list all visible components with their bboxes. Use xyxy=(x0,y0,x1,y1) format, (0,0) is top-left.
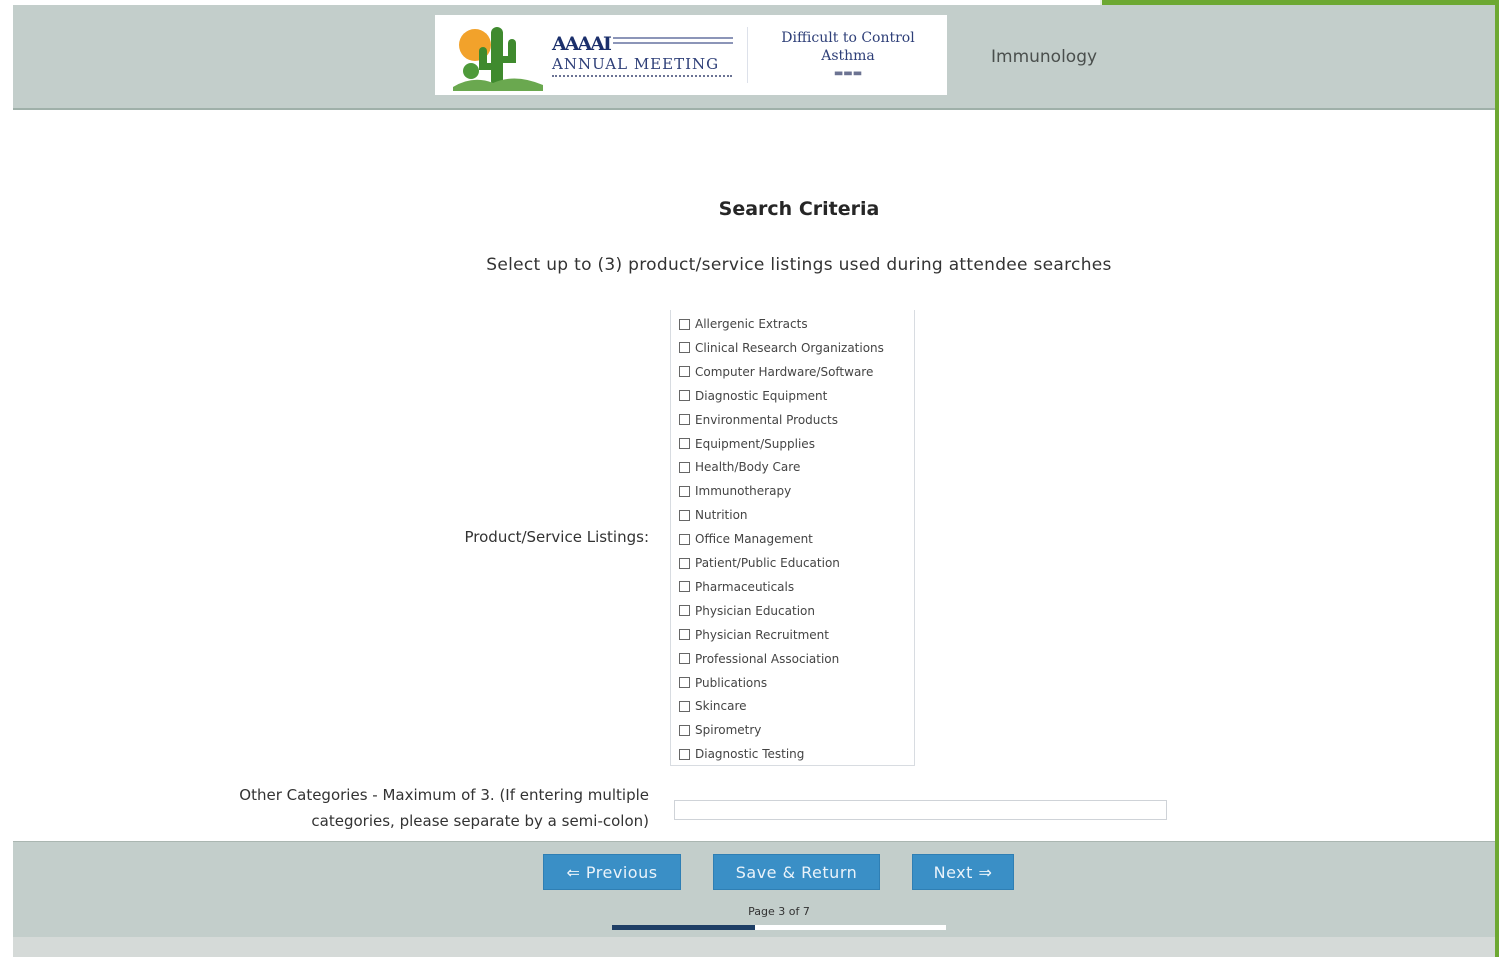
banner-topic: Difficult to Control Asthma ▬▬▬ xyxy=(753,29,943,83)
listing-label: Patient/Public Education xyxy=(695,556,840,570)
listing-label: Environmental Products xyxy=(695,412,838,427)
listing-option[interactable]: Professional Association xyxy=(679,649,839,669)
listing-checkbox[interactable] xyxy=(679,557,690,569)
other-categories-label-line2: categories, please separate by a semi-co… xyxy=(311,812,649,830)
listings-checkbox-list: Allergenic Extracts Clinical Research Org… xyxy=(670,310,915,766)
listing-checkbox[interactable] xyxy=(679,414,690,426)
logo-subtitle-lines xyxy=(613,37,733,47)
listing-option[interactable]: Spirometry xyxy=(679,720,761,740)
listing-label: Office Management xyxy=(695,532,813,547)
listing-checkbox[interactable] xyxy=(679,605,690,617)
listing-label: Skincare xyxy=(695,699,747,714)
page-footer: ⇐ Previous Save & Return Next ⇒ Page 3 o… xyxy=(13,841,1495,937)
listing-label: Spirometry xyxy=(695,723,762,738)
banner-topic-sub: ▬▬▬ xyxy=(833,68,863,79)
progress-bar xyxy=(612,925,946,930)
listing-checkbox[interactable] xyxy=(679,629,690,641)
listing-option[interactable]: Publications xyxy=(679,673,767,693)
listing-checkbox[interactable] xyxy=(679,318,690,330)
listing-option[interactable]: Physician Education xyxy=(679,601,815,621)
page-title: Search Criteria xyxy=(718,198,880,220)
listing-label: Diagnostic Equipment xyxy=(695,388,828,403)
listing-option[interactable]: Physician Recruitment xyxy=(679,625,829,645)
listing-label: Clinical Research Organizations xyxy=(695,340,884,355)
cactus-sun-icon xyxy=(453,27,543,91)
listing-checkbox[interactable] xyxy=(679,700,690,712)
listing-option[interactable]: Pharmaceuticals xyxy=(679,577,794,597)
listing-option[interactable]: Computer Hardware/Software xyxy=(679,362,873,382)
previous-button[interactable]: ⇐ Previous xyxy=(543,854,681,890)
other-categories-input[interactable] xyxy=(674,800,1167,820)
listing-checkbox[interactable] xyxy=(679,509,690,521)
listing-label: Nutrition xyxy=(695,508,748,523)
category-label: Immunology xyxy=(991,47,1098,67)
listing-option[interactable]: Clinical Research Organizations xyxy=(679,338,884,358)
instruction-text: Select up to (3) product/service listing… xyxy=(486,255,1112,275)
listing-checkbox[interactable] xyxy=(679,485,690,497)
listing-label: Physician Recruitment xyxy=(695,627,829,642)
main-content: Search Criteria Select up to (3) product… xyxy=(13,110,1495,841)
listing-checkbox[interactable] xyxy=(679,342,690,354)
banner-topic-line2: Asthma xyxy=(821,48,875,64)
listing-checkbox[interactable] xyxy=(679,677,690,688)
listing-option[interactable]: Immunotherapy xyxy=(679,481,791,501)
banner-topic-line1: Difficult to Control xyxy=(781,30,915,46)
progress-fill xyxy=(612,925,756,930)
listing-checkbox[interactable] xyxy=(679,724,690,736)
listing-label: Professional Association xyxy=(695,651,840,666)
bottom-strip xyxy=(13,937,1495,957)
listing-label: Health/Body Care xyxy=(695,460,801,475)
listing-option[interactable]: Patient/Public Education xyxy=(679,553,840,573)
other-categories-label: Other Categories - Maximum of 3. (If ent… xyxy=(163,782,649,834)
listing-checkbox[interactable] xyxy=(679,390,690,402)
listing-label: Computer Hardware/Software xyxy=(695,364,874,379)
right-accent-bar xyxy=(1495,0,1499,957)
listing-checkbox[interactable] xyxy=(679,581,690,593)
event-banner: AAAAI ANNUAL MEETING Difficult to Contro… xyxy=(435,15,947,95)
listing-option[interactable]: Diagnostic Equipment xyxy=(679,386,827,406)
listing-label: Immunotherapy xyxy=(695,484,792,499)
listing-checkbox[interactable] xyxy=(679,533,690,545)
listing-label: Equipment/Supplies xyxy=(695,436,815,451)
listing-label: Allergenic Extracts xyxy=(695,317,808,331)
listing-label: Physician Education xyxy=(695,603,815,618)
save-return-button[interactable]: Save & Return xyxy=(713,854,880,890)
logo-title: ANNUAL MEETING xyxy=(552,55,720,73)
banner-divider xyxy=(747,27,748,83)
listing-option[interactable]: Diagnostic Testing xyxy=(679,744,804,764)
listing-checkbox[interactable] xyxy=(679,438,690,449)
other-categories-label-line1: Other Categories - Maximum of 3. (If ent… xyxy=(239,786,649,804)
logo-mark: AAAAI xyxy=(552,33,612,55)
listing-label: Pharmaceuticals xyxy=(695,579,795,594)
listing-label: Diagnostic Testing xyxy=(695,747,805,762)
page-header: AAAAI ANNUAL MEETING Difficult to Contro… xyxy=(13,5,1495,110)
page-indicator: Page 3 of 7 xyxy=(748,905,810,918)
listing-option[interactable]: Nutrition xyxy=(679,505,748,525)
listing-option[interactable]: Office Management xyxy=(679,529,813,549)
listing-checkbox[interactable] xyxy=(679,653,690,665)
logo-date-line xyxy=(552,75,732,81)
listing-label: Publications xyxy=(695,675,768,690)
listing-option[interactable]: Environmental Products xyxy=(679,410,838,430)
listing-checkbox[interactable] xyxy=(679,366,690,378)
listings-label: Product/Service Listings: xyxy=(464,528,650,546)
listing-checkbox[interactable] xyxy=(679,748,690,760)
listing-option[interactable]: Equipment/Supplies xyxy=(679,434,815,454)
next-button[interactable]: Next ⇒ xyxy=(912,854,1014,890)
listing-option[interactable]: Health/Body Care xyxy=(679,457,800,477)
left-frame xyxy=(0,0,13,957)
listing-checkbox[interactable] xyxy=(679,461,690,473)
listing-option[interactable]: Allergenic Extracts xyxy=(679,314,808,334)
listing-option[interactable]: Skincare xyxy=(679,696,747,716)
